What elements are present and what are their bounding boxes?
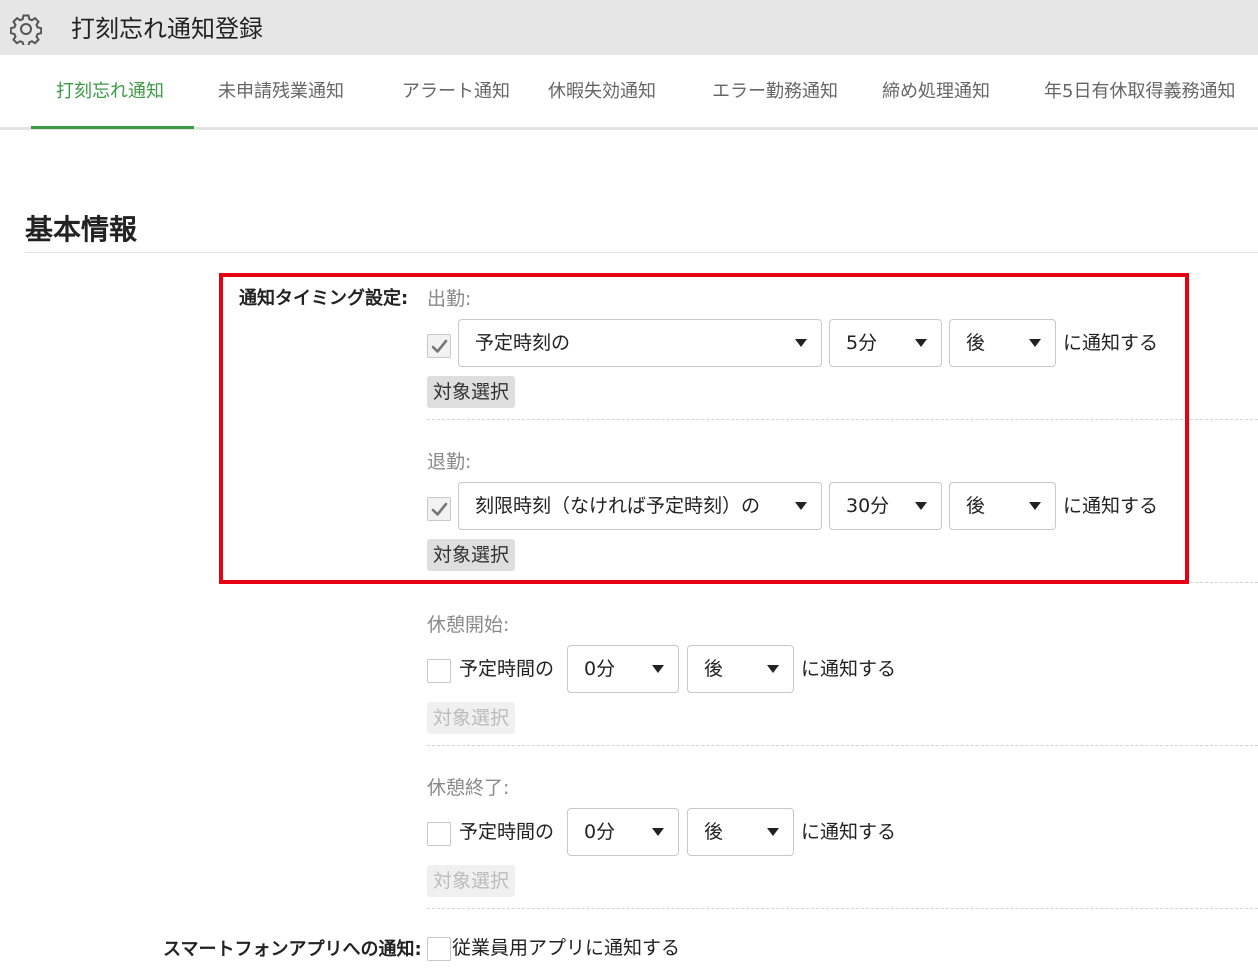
clock-in-target-button[interactable]: 対象選択 — [427, 376, 516, 408]
clock-out-minutes-select[interactable]: 30分 — [829, 482, 942, 530]
active-tab-indicator — [31, 126, 194, 129]
select-value: 後 — [966, 332, 986, 354]
tab-alert[interactable]: アラート通知 — [402, 55, 510, 130]
break-start-target-button: 対象選択 — [427, 702, 516, 734]
clock-in-checkbox[interactable] — [427, 334, 451, 358]
select-value: 0分 — [584, 658, 616, 680]
caret-down-icon — [915, 339, 927, 347]
row-divider — [427, 908, 1258, 909]
tab-unrequested-overtime[interactable]: 未申請残業通知 — [218, 55, 344, 130]
break-start-checkbox[interactable] — [427, 659, 451, 683]
select-value: 予定時刻の — [475, 332, 571, 354]
break-end-direction-select[interactable]: 後 — [687, 808, 794, 856]
clock-in-minutes-select[interactable]: 5分 — [829, 319, 942, 367]
notify-suffix: に通知する — [1063, 495, 1159, 517]
select-value: 後 — [704, 821, 724, 843]
break-start-minutes-select[interactable]: 0分 — [567, 645, 679, 693]
page-title: 打刻忘れ通知登録 — [71, 15, 263, 43]
employee-app-checkbox[interactable] — [427, 937, 451, 961]
select-value: 後 — [966, 495, 986, 517]
caret-down-icon — [795, 502, 807, 510]
clock-out-checkbox[interactable] — [427, 497, 451, 521]
tab-closing-process[interactable]: 締め処理通知 — [882, 55, 990, 130]
caret-down-icon — [1029, 502, 1041, 510]
caret-down-icon — [795, 339, 807, 347]
select-value: 刻限時刻（なければ予定時刻）の — [475, 495, 761, 517]
check-icon — [431, 502, 448, 516]
clock-in-direction-select[interactable]: 後 — [949, 319, 1056, 367]
notify-suffix: に通知する — [801, 658, 897, 680]
break-end-base-text: 予定時間の — [459, 821, 555, 843]
check-icon — [431, 339, 448, 353]
gear-icon[interactable] — [10, 13, 42, 45]
break-start-direction-select[interactable]: 後 — [687, 645, 794, 693]
caret-down-icon — [767, 665, 779, 673]
clock-out-label: 退勤: — [427, 451, 472, 473]
row-divider — [427, 419, 1258, 420]
tab-leave-expiry[interactable]: 休暇失効通知 — [548, 55, 656, 130]
notify-suffix: に通知する — [1063, 332, 1159, 354]
section-divider — [25, 252, 1258, 253]
row-divider — [427, 745, 1258, 746]
select-value: 0分 — [584, 821, 616, 843]
caret-down-icon — [767, 828, 779, 836]
caret-down-icon — [652, 828, 664, 836]
tab-error-attendance[interactable]: エラー勤務通知 — [712, 55, 838, 130]
section-title: 基本情報 — [25, 213, 138, 246]
clock-in-label: 出勤: — [427, 288, 472, 310]
clock-out-direction-select[interactable]: 後 — [949, 482, 1056, 530]
caret-down-icon — [1029, 339, 1041, 347]
clock-out-target-button[interactable]: 対象選択 — [427, 539, 516, 571]
caret-down-icon — [652, 665, 664, 673]
tab-bar: 打刻忘れ通知 未申請残業通知 アラート通知 休暇失効通知 エラー勤務通知 締め処… — [0, 55, 1258, 130]
select-value: 5分 — [846, 332, 878, 354]
select-value: 後 — [704, 658, 724, 680]
break-start-label: 休憩開始: — [427, 614, 510, 636]
caret-down-icon — [915, 502, 927, 510]
tab-punch-reminder[interactable]: 打刻忘れ通知 — [56, 55, 164, 130]
break-end-checkbox[interactable] — [427, 822, 451, 846]
timing-setting-label: 通知タイミング設定: — [239, 288, 409, 309]
row-divider — [427, 582, 1258, 583]
clock-out-base-select[interactable]: 刻限時刻（なければ予定時刻）の — [458, 482, 822, 530]
smartphone-notify-label: スマートフォンアプリへの通知: — [163, 939, 422, 960]
break-end-minutes-select[interactable]: 0分 — [567, 808, 679, 856]
break-end-target-button: 対象選択 — [427, 865, 516, 897]
title-bar: 打刻忘れ通知登録 — [0, 0, 1258, 55]
clock-in-base-select[interactable]: 予定時刻の — [458, 319, 822, 367]
select-value: 30分 — [846, 495, 890, 517]
break-start-base-text: 予定時間の — [459, 658, 555, 680]
break-end-label: 休憩終了: — [427, 777, 510, 799]
notify-suffix: に通知する — [801, 821, 897, 843]
employee-app-checkbox-label: 従業員用アプリに通知する — [452, 937, 681, 959]
tab-annual-leave-obligation[interactable]: 年5日有休取得義務通知 — [1044, 55, 1235, 130]
